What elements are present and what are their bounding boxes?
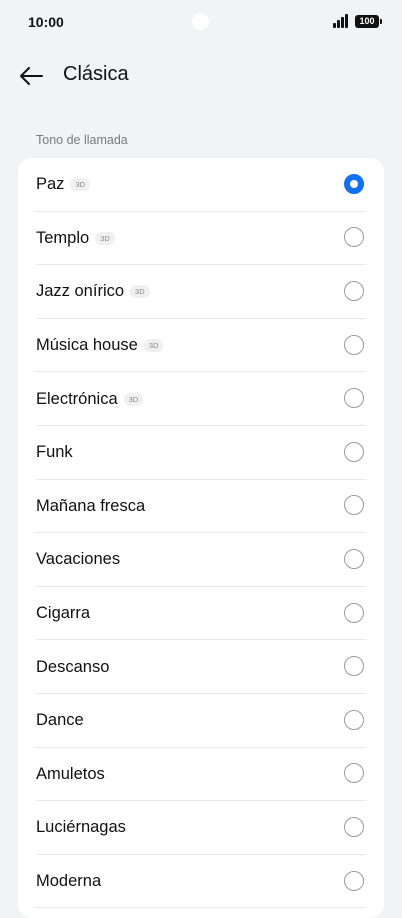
ringtone-label-wrap: Cigarra [36,587,90,641]
3d-badge: 3D [130,285,150,299]
radio-unchecked-icon[interactable] [344,441,364,462]
radio-unchecked-icon[interactable] [344,709,364,730]
ringtone-name: Templo [36,228,90,247]
ringtone-label-wrap: Luciérnagas [36,801,126,855]
ringtone-name: Música house [36,336,138,355]
ringtone-label-wrap: Moderna [36,855,101,909]
ringtone-item[interactable]: Templo 3D [18,212,384,266]
ringtone-item[interactable]: Música house 3D [18,319,384,373]
radio-unchecked-icon[interactable] [344,602,364,623]
ringtone-name: Vacaciones [36,550,121,569]
ringtone-label-wrap: Música house 3D [36,319,164,373]
radio-unchecked-icon[interactable] [344,495,364,516]
ringtone-name: Electrónica [36,389,118,408]
ringtone-name: Cigarra [36,604,91,623]
status-time: 10:00 [28,14,64,30]
ringtone-name: Luciérnagas [36,818,126,837]
ringtone-label-wrap: Electrónica 3D [36,372,144,426]
ringtone-label-wrap: Jazz onírico 3D [36,265,150,319]
header: Clásica [0,56,402,96]
radio-unchecked-icon[interactable] [344,334,364,355]
status-bar: 10:00 100 [0,0,402,46]
signal-icon [333,14,349,28]
3d-badge: 3D [95,231,115,245]
ringtone-label-wrap: Mañana fresca [36,480,145,534]
ringtone-label-wrap: Descanso [36,640,109,694]
ringtone-label-wrap: Paz 3D [36,158,91,212]
camera-cutout [192,13,209,30]
ringtone-label-wrap: Funk [36,426,73,480]
ringtone-item[interactable]: Luciérnagas [18,801,384,855]
ringtone-item[interactable]: Amuletos [18,748,384,802]
ringtone-name: Jazz onírico [36,282,125,301]
3d-badge: 3D [70,178,91,192]
page-title: Clásica [63,63,129,85]
ringtone-item[interactable]: Electrónica 3D [18,372,384,426]
radio-unchecked-icon[interactable] [344,763,364,784]
radio-unchecked-icon[interactable] [344,870,364,891]
3d-badge: 3D [143,339,164,353]
ringtone-name: Moderna [36,872,102,891]
ringtone-label-wrap: Amuletos [36,748,105,802]
radio-unchecked-icon[interactable] [344,548,364,569]
ringtone-name: Paz [36,175,65,194]
arrow-left-icon [20,67,43,85]
ringtone-label-wrap: Dance [36,694,84,748]
radio-unchecked-icon[interactable] [344,280,364,301]
back-button[interactable] [14,60,48,92]
radio-unchecked-icon[interactable] [344,816,364,837]
section-label: Tono de llamada [36,133,128,147]
ringtone-item[interactable]: Funk [18,426,384,480]
radio-unchecked-icon[interactable] [344,388,364,409]
ringtone-name: Mañana fresca [36,496,146,515]
3d-badge: 3D [123,392,144,406]
radio-unchecked-icon[interactable] [344,227,364,248]
ringtone-item[interactable]: Descanso [18,640,384,694]
radio-checked-icon[interactable] [344,173,364,194]
ringtone-label-wrap: Vacaciones [36,533,120,587]
ringtone-name: Descanso [36,657,110,676]
ringtone-list: Paz 3D Templo 3D Jazz onírico 3D Música house 3… [18,158,384,918]
ringtone-item[interactable]: Vacaciones [18,533,384,587]
ringtone-name: Amuletos [36,764,105,783]
ringtone-item[interactable]: Jazz onírico 3D [18,265,384,319]
radio-unchecked-icon[interactable] [344,656,364,677]
ringtone-item[interactable]: Dance [18,694,384,748]
battery-icon: 100 [355,15,382,28]
ringtone-name: Funk [36,443,73,462]
ringtone-item[interactable]: Mañana fresca [18,480,384,534]
ringtone-name: Dance [36,711,84,730]
ringtone-item[interactable]: Cigarra [18,587,384,641]
ringtone-item[interactable]: Paz 3D [18,158,384,212]
ringtone-item[interactable]: Moderna [18,855,384,909]
ringtone-label-wrap: Templo 3D [36,212,115,266]
